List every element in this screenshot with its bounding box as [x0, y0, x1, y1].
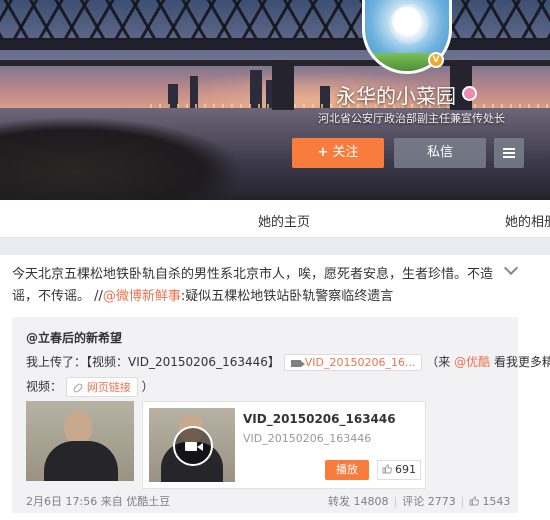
video-card-thumbnail[interactable] — [149, 408, 235, 482]
like-button[interactable]: 1543 — [469, 495, 510, 508]
message-button[interactable]: 私信 — [394, 138, 486, 168]
separator: | — [393, 495, 398, 508]
original-text: 我上传了：【视频：VID_20150206_163446】 — [26, 355, 280, 369]
female-gender-icon — [462, 86, 477, 101]
like-count: 1543 — [482, 495, 511, 508]
weibo-post-card: 今天北京五棵松地铁卧轨自杀的男性系北京市人，唉，愿死者安息，生者珍惜。不造谣，不… — [0, 255, 550, 520]
play-button[interactable]: 播放 — [325, 460, 369, 480]
link-icon — [72, 382, 84, 394]
more-menu-button[interactable] — [494, 138, 524, 168]
original-text-line-2: 视频： 网页链接 ） — [26, 377, 154, 397]
video-thumbnail[interactable] — [26, 401, 134, 481]
tab-album[interactable]: 她的相册 — [505, 211, 550, 230]
post-meta: 2月6日 17:56 来自 优酷土豆 — [26, 493, 170, 509]
dandelion-image — [389, 4, 429, 44]
message-label: 私信 — [426, 145, 453, 160]
original-text-close: ） — [141, 379, 154, 394]
video-camera-icon — [290, 359, 305, 367]
video-title[interactable]: VID_20150206_163446 — [243, 412, 396, 426]
reposted-weibo: @立春后的新希望 我上传了：【视频：VID_20150206_163446】 V… — [12, 317, 550, 513]
video-like-count: 691 — [395, 463, 416, 476]
post-source[interactable]: 来自 优酷土豆 — [101, 495, 171, 508]
bridge-pier — [272, 60, 294, 110]
follow-button[interactable]: + 关注 — [292, 138, 384, 168]
video-link-chip[interactable]: VID_20150206_16... — [283, 354, 423, 371]
web-link-label: 网页链接 — [86, 381, 131, 394]
post-actions: 转发 14808 | 评论 2773 | 1543 — [328, 493, 510, 509]
profile-tabs: 她的主页 她的相册 — [0, 200, 550, 238]
mention-text: :疑似五棵松地铁站卧轨警察临终遗言 — [180, 289, 394, 304]
video-link-label: VID_20150206_16... — [304, 356, 416, 369]
comment-count[interactable]: 评论 2773 — [402, 495, 456, 508]
video-subtitle: VID_20150206_163446 — [243, 432, 372, 445]
original-text-suffix: 看我更多精彩 — [493, 355, 550, 369]
original-author-link[interactable]: @立春后的新希望 — [26, 329, 122, 346]
profile-description: 河北省公安厅政治部副主任兼宣传处长 — [318, 112, 505, 125]
plus-icon: + — [317, 145, 329, 160]
post-text: 今天北京五棵松地铁卧轨自杀的男性系北京市人，唉，愿死者安息，生者珍惜。不造谣，不… — [12, 264, 502, 308]
post-time[interactable]: 2月6日 17:56 — [26, 495, 97, 508]
play-icon[interactable] — [173, 426, 213, 466]
youku-mention-link[interactable]: @优酷 — [454, 355, 490, 369]
chevron-down-icon[interactable] — [503, 260, 519, 276]
mention-link[interactable]: @微博新鲜事 — [103, 289, 181, 304]
person-head — [64, 411, 92, 445]
web-link-chip[interactable]: 网页链接 — [65, 377, 138, 397]
video-card[interactable]: VID_20150206_163446 VID_20150206_163446 … — [142, 401, 426, 489]
original-text-suffix-open: （来 — [426, 355, 451, 369]
original-text-prefix: 视频： — [26, 379, 63, 394]
thumb-up-icon — [382, 464, 392, 474]
rocks — [0, 118, 240, 200]
tab-home[interactable]: 她的主页 — [258, 211, 310, 230]
menu-icon — [503, 148, 515, 158]
repost-count[interactable]: 转发 14808 — [328, 495, 389, 508]
camera-icon — [185, 442, 203, 451]
profile-name: 永华的小菜园 — [336, 84, 456, 108]
verified-badge-icon: V — [428, 52, 444, 68]
person-body — [44, 441, 118, 481]
thumb-up-icon — [469, 496, 480, 506]
separator: | — [460, 495, 465, 508]
video-like-button[interactable]: 691 — [377, 460, 421, 480]
follow-label: 关注 — [332, 145, 359, 160]
original-text-line: 我上传了：【视频：VID_20150206_163446】 VID_201502… — [26, 353, 550, 371]
